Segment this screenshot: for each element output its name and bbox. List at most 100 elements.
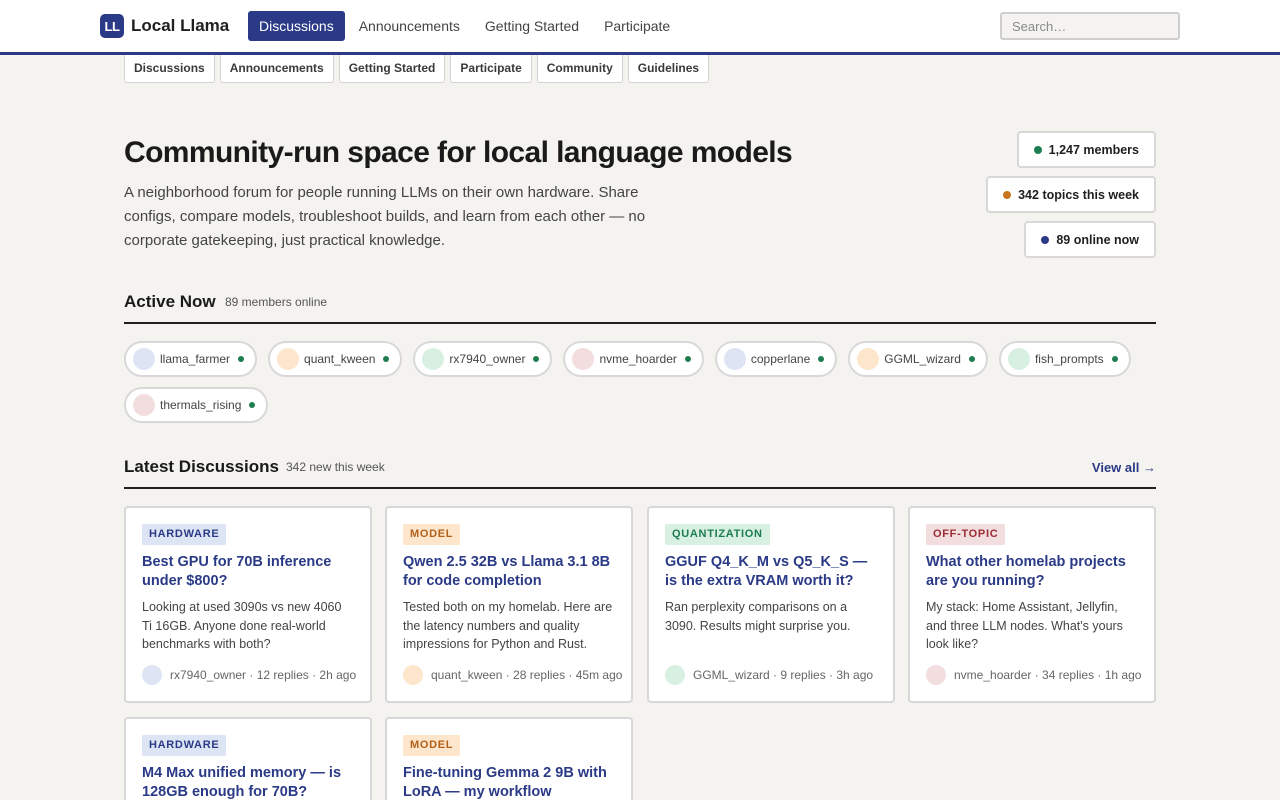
nav-item-discussions[interactable]: Discussions (248, 11, 345, 41)
card-meta-text: GGML_wizard · 9 replies · 3h ago (693, 668, 874, 682)
search-input[interactable] (1000, 12, 1180, 40)
category-tag[interactable]: MODEL (403, 524, 461, 545)
avatar (926, 665, 946, 685)
stat-label: 342 topics this week (1018, 187, 1139, 202)
avatar (403, 665, 423, 685)
member-chip[interactable]: quant_kween (268, 341, 403, 377)
discussion-card[interactable]: HARDWARE Best GPU for 70B inference unde… (124, 506, 372, 703)
card-title[interactable]: M4 Max unified memory — is 128GB enough … (142, 764, 354, 800)
card-title[interactable]: What other homelab projects are you runn… (926, 553, 1138, 591)
card-title[interactable]: GGUF Q4_K_M vs Q5_K_S — is the extra VRA… (665, 553, 877, 591)
stat-badge-members: 1,247 members (1016, 131, 1156, 168)
sub-nav: Discussions Announcements Getting Starte… (124, 55, 714, 83)
section-subtitle: 89 members online (225, 295, 328, 309)
member-chip[interactable]: GGML_wizard (848, 341, 988, 377)
brand-logo[interactable]: LL Local Llama (100, 14, 229, 38)
member-name: fish_prompts (1034, 352, 1104, 366)
card-excerpt: Tested both on my homelab. Here are the … (403, 600, 613, 651)
member-chip[interactable]: rx7940_owner (413, 341, 553, 377)
online-dot-icon (1111, 356, 1118, 362)
card-meta: GGML_wizard · 9 replies · 3h ago (665, 665, 873, 685)
nav-item-getting-started[interactable]: Getting Started (474, 11, 590, 41)
active-now-header: Active Now 89 members online (124, 292, 1156, 324)
discussion-card[interactable]: QUANTIZATION GGUF Q4_K_M vs Q5_K_S — is … (647, 506, 895, 703)
card-meta: nvme_hoarder · 34 replies · 1h ago (926, 665, 1141, 685)
view-all-label: View all (1091, 460, 1140, 475)
nav-item-participate[interactable]: Participate (593, 11, 681, 41)
page-title: Community-run space for local language m… (124, 136, 793, 169)
online-dot-icon (383, 356, 390, 362)
latest-discussions-header: Latest Discussions 342 new this week Vie… (124, 457, 1156, 489)
discussion-card[interactable]: MODEL Fine-tuning Gemma 2 9B with LoRA —… (385, 717, 633, 800)
category-tag[interactable]: OFF-TOPIC (926, 524, 1006, 545)
member-name: copperlane (750, 352, 811, 366)
online-dot-icon (533, 356, 540, 362)
top-bar: LL Local Llama Discussions Announcements… (0, 0, 1280, 55)
online-dot-icon (818, 356, 825, 362)
card-excerpt: Ran perplexity comparisons on a 3090. Re… (665, 600, 851, 633)
card-meta: quant_kween · 28 replies · 45m ago (403, 665, 622, 685)
avatar (1007, 348, 1030, 370)
online-dot-icon (968, 356, 975, 362)
nav-item-announcements[interactable]: Announcements (348, 11, 471, 41)
member-name: rx7940_owner (449, 352, 526, 366)
status-dot-icon (1041, 235, 1050, 244)
subnav-item-participate[interactable]: Participate (450, 55, 532, 83)
discussion-card[interactable]: OFF-TOPIC What other homelab projects ar… (908, 506, 1156, 703)
avatar (277, 348, 300, 370)
stat-badge-online: 89 online now (1024, 221, 1156, 258)
avatar (857, 348, 880, 370)
card-title[interactable]: Best GPU for 70B inference under $800? (142, 553, 354, 591)
stat-badge-topics: 342 topics this week (986, 176, 1156, 213)
category-tag[interactable]: HARDWARE (142, 524, 227, 545)
avatar (665, 665, 685, 685)
member-chip[interactable]: nvme_hoarder (563, 341, 704, 377)
member-name: llama_farmer (160, 352, 231, 366)
card-title[interactable]: Fine-tuning Gemma 2 9B with LoRA — my wo… (403, 764, 615, 800)
brand-name: Local Llama (131, 16, 230, 35)
category-tag[interactable]: QUANTIZATION (665, 524, 770, 545)
online-dot-icon (249, 402, 256, 408)
card-excerpt: My stack: Home Assistant, Jellyfin, and … (926, 600, 1123, 651)
card-meta-text: rx7940_owner · 12 replies · 2h ago (170, 668, 357, 682)
status-dot-icon (1033, 145, 1042, 154)
hero-description: A neighborhood forum for people running … (124, 184, 646, 249)
member-name: thermals_rising (160, 398, 242, 412)
avatar (133, 348, 155, 370)
avatar (572, 348, 595, 370)
online-dot-icon (684, 356, 691, 362)
member-chip[interactable]: llama_farmer (124, 341, 258, 377)
subnav-item-community[interactable]: Community (536, 55, 623, 83)
avatar (133, 394, 155, 416)
section-title: Latest Discussions (124, 457, 279, 476)
active-members-list: llama_farmer quant_kween rx7940_owner nv… (124, 341, 1164, 433)
stat-label: 89 online now (1056, 232, 1139, 247)
stat-label: 1,247 members (1048, 142, 1139, 157)
member-chip[interactable]: copperlane (714, 341, 838, 377)
discussion-card[interactable]: HARDWARE M4 Max unified memory — is 128G… (124, 717, 372, 800)
member-chip[interactable]: thermals_rising (124, 387, 269, 423)
card-meta-text: quant_kween · 28 replies · 45m ago (431, 668, 623, 682)
card-meta: rx7940_owner · 12 replies · 2h ago (142, 665, 356, 685)
online-dot-icon (238, 356, 245, 362)
section-title: Active Now (124, 292, 216, 311)
main-nav: Discussions Announcements Getting Starte… (248, 11, 684, 41)
subnav-item-discussions[interactable]: Discussions (124, 55, 215, 83)
category-tag[interactable]: HARDWARE (142, 735, 227, 756)
member-name: nvme_hoarder (599, 352, 677, 366)
category-tag[interactable]: MODEL (403, 735, 461, 756)
subnav-item-guidelines[interactable]: Guidelines (627, 55, 710, 83)
card-title[interactable]: Qwen 2.5 32B vs Llama 3.1 8B for code co… (403, 553, 615, 591)
subnav-item-getting-started[interactable]: Getting Started (338, 55, 446, 83)
member-chip[interactable]: fish_prompts (998, 341, 1131, 377)
avatar (723, 348, 746, 370)
card-excerpt: Looking at used 3090s vs new 4060 Ti 16G… (142, 600, 342, 651)
avatar (422, 348, 445, 370)
discussion-card[interactable]: MODEL Qwen 2.5 32B vs Llama 3.1 8B for c… (385, 506, 633, 703)
status-dot-icon (1003, 190, 1012, 199)
subnav-item-announcements[interactable]: Announcements (219, 55, 334, 83)
arrow-right-icon: → (1143, 460, 1156, 475)
card-meta-text: nvme_hoarder · 34 replies · 1h ago (954, 668, 1142, 682)
view-all-link[interactable]: View all → (1092, 460, 1156, 475)
avatar (142, 665, 162, 685)
